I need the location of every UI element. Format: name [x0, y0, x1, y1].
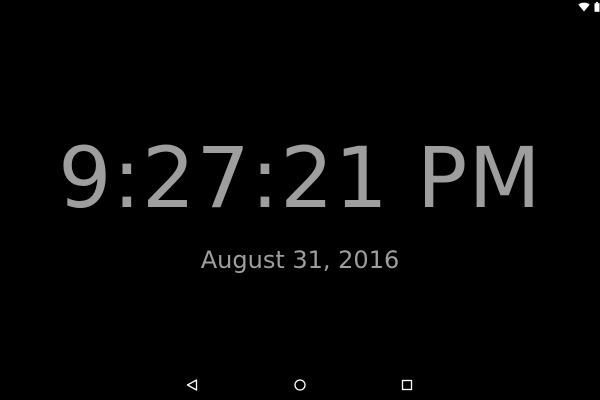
navigation-bar: [0, 368, 600, 400]
battery-icon: [594, 2, 600, 12]
back-icon[interactable]: [183, 376, 201, 394]
wifi-icon: [578, 2, 590, 12]
recents-icon[interactable]: [398, 376, 416, 394]
daydream-clock-screen: 9:27:21 PM August 31, 2016: [0, 0, 600, 400]
clock-date: August 31, 2016: [200, 246, 400, 274]
clock-time: 9:27:21 PM: [58, 129, 542, 227]
home-icon[interactable]: [291, 376, 309, 394]
status-bar: [578, 0, 600, 14]
